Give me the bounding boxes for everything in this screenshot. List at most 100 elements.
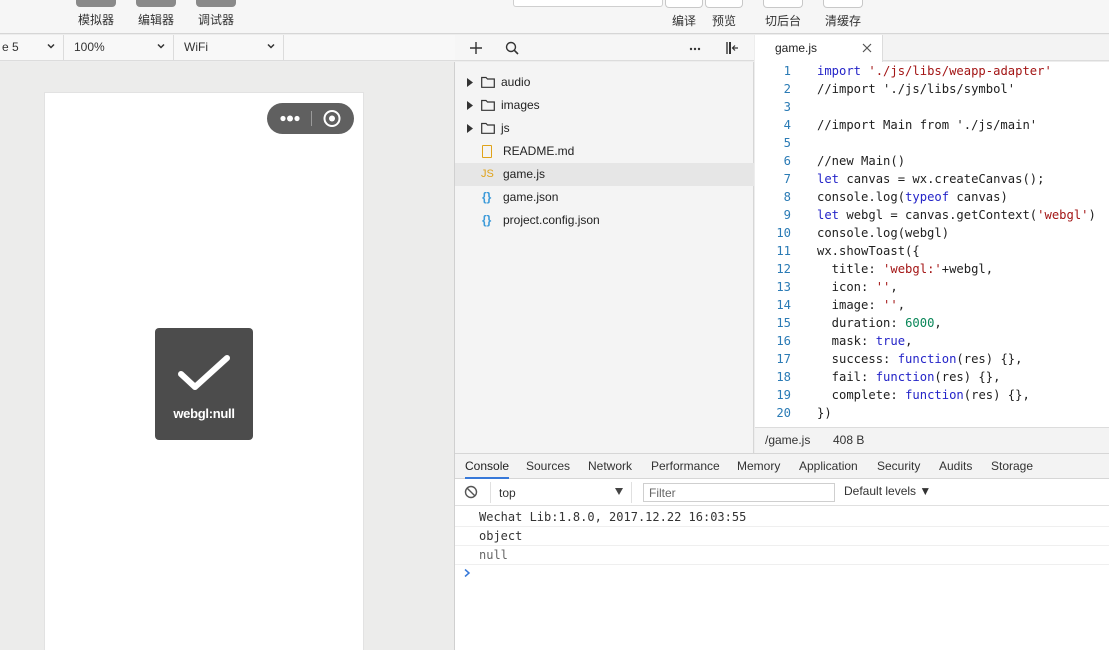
tree-folder-audio[interactable]: audio [455,71,754,94]
zoom-value: 100% [74,40,105,54]
folder-icon [481,122,495,134]
markdown-file-icon [482,145,492,158]
code-line: 18 fail: function(res) {}, [776,370,1001,384]
editor-status-bar: /game.js 408 B [755,427,1109,453]
code-line: 14 image: '', [776,298,906,312]
chevron-down-icon [47,43,55,49]
folder-icon [481,76,495,88]
tree-item-label: js [501,121,510,135]
code-line: 19 complete: function(res) {}, [776,388,1030,402]
tree-item-label: game.js [503,167,546,181]
editor-button[interactable]: 编辑器 [136,0,176,34]
tree-file-game-json[interactable]: {} game.json [455,186,754,209]
search-icon[interactable] [504,40,520,56]
editor-label: 编辑器 [137,13,174,27]
clear-console-icon[interactable] [464,485,478,499]
simulator-label: 模拟器 [77,13,114,27]
tab-performance[interactable]: Performance [651,454,720,479]
compile-icon [665,0,703,8]
network-select[interactable]: WiFi [174,35,284,61]
code-line: 12 title: 'webgl:'+webgl, [776,262,994,276]
collapse-panel-icon[interactable] [724,40,740,56]
tree-folder-images[interactable]: images [455,94,754,117]
background-button[interactable]: 切后台 [762,0,804,34]
code-line: 11 wx.showToast({ [776,244,920,258]
add-icon[interactable] [468,40,484,56]
simulator-button[interactable]: 模拟器 [76,0,116,34]
tree-file-game-js[interactable]: JS game.js [455,163,754,186]
chevron-down-icon [157,43,165,49]
console-message: Wechat Lib:1.8.0, 2017.12.22 16:03:55 [455,508,1109,527]
code-line: 20}) [776,406,832,420]
toast: webgl:null [155,328,253,440]
caret-right-icon [467,124,473,133]
network-value: WiFi [184,40,208,54]
toast-text: webgl:null [173,406,235,421]
tab-label: game.js [775,41,818,55]
file-tree: audio images js README.md JS game.js {} … [455,62,754,453]
compile-mode-select[interactable] [513,0,663,7]
tree-item-label: project.config.json [503,213,600,227]
clear-cache-icon [823,0,863,8]
code-line: 10 console.log(webgl) [776,226,950,240]
tab-application[interactable]: Application [799,454,858,479]
code-editor[interactable]: 1 import './js/libs/weapp-adapter' 2//imp… [755,62,1109,427]
tree-item-label: README.md [503,144,575,158]
tree-item-label: images [501,98,540,112]
compile-button[interactable]: 编译 [664,0,704,34]
tree-item-label: audio [501,75,531,89]
more-button[interactable] [273,103,309,134]
code-line: 9 let webgl = canvas.getContext('webgl') [783,208,1096,222]
compile-label: 编译 [671,14,696,28]
js-file-icon: JS [481,168,494,180]
tab-console[interactable]: Console [465,454,510,479]
code-line: 1 import './js/libs/weapp-adapter' [783,64,1052,78]
simulator-options-bar: e 5 100% WiFi [0,35,455,61]
more-icon[interactable] [687,40,703,56]
zoom-select[interactable]: 100% [64,35,174,61]
console-message: null [455,546,1109,565]
tab-audits[interactable]: Audits [939,454,972,479]
debugger-icon [196,0,236,7]
code-line: 15 duration: 6000, [776,316,942,330]
code-line: 16 mask: true, [776,334,913,348]
code-line: 17 success: function(res) {}, [776,352,1023,366]
tab-sources[interactable]: Sources [526,454,570,479]
device-select[interactable]: e 5 [0,35,64,61]
simulator-icon [76,0,116,7]
phone-screen[interactable]: webgl:null [44,92,364,650]
tab-network[interactable]: Network [588,454,632,479]
tree-folder-js[interactable]: js [455,117,754,140]
debugger-label: 调试器 [197,13,234,27]
console-output[interactable]: Wechat Lib:1.8.0, 2017.12.22 16:03:55 ob… [455,506,1109,650]
code-line: 13 icon: '', [776,280,898,294]
device-value: e 5 [2,40,19,54]
code-line: 3 [783,100,791,114]
tab-memory[interactable]: Memory [737,454,780,479]
more-dots-icon [280,115,300,122]
menu-capsule [267,103,354,134]
debugger-button[interactable]: 调试器 [196,0,236,34]
clear-cache-button[interactable]: 清缓存 [822,0,864,34]
tree-file-readme[interactable]: README.md [455,140,754,163]
filter-input[interactable] [643,483,835,502]
check-icon [178,355,230,390]
json-file-icon: {} [482,190,492,204]
file-size: 408 B [833,433,865,447]
json-file-icon: {} [482,213,492,227]
log-levels-select[interactable]: Default levels ▼ [844,484,931,498]
preview-icon [705,0,743,8]
context-select[interactable]: top [490,482,632,503]
context-value: top [499,486,516,500]
tab-security[interactable]: Security [877,454,920,479]
tree-item-label: game.json [503,190,559,204]
close-mini-game-button[interactable] [315,103,351,134]
tab-game-js[interactable]: game.js [755,35,883,62]
close-icon[interactable] [861,42,873,54]
tab-storage[interactable]: Storage [991,454,1033,479]
console-prompt-icon [464,568,471,578]
code-line: 2//import './js/libs/symbol' [783,82,1016,96]
tree-file-project-config[interactable]: {} project.config.json [455,209,754,232]
chevron-down-icon [267,43,275,49]
preview-button[interactable]: 预览 [704,0,744,34]
